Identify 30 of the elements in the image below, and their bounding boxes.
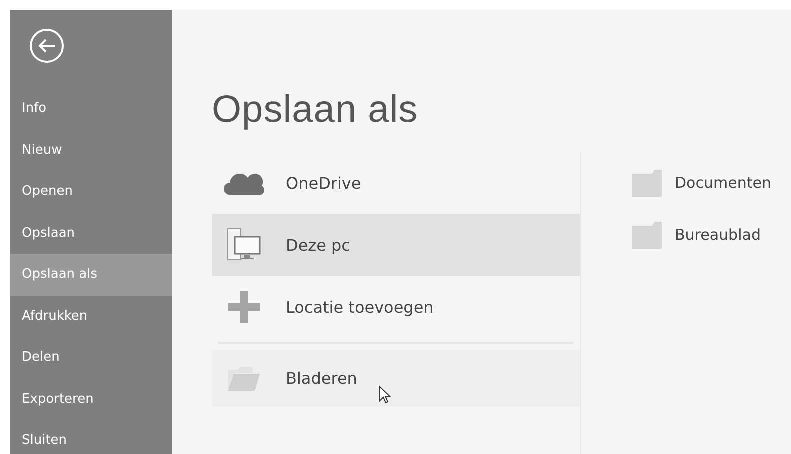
sidebar-item[interactable]: Nieuw (10, 130, 172, 171)
sidebar-item[interactable]: Opslaan (10, 212, 172, 254)
location-label: Bladeren (286, 369, 358, 388)
folder-label: Documenten (675, 174, 772, 192)
location-label: Deze pc (286, 236, 350, 254)
sidebar-item[interactable]: Afdrukken (10, 296, 172, 337)
sidebar-item[interactable]: Sluiten (10, 420, 172, 454)
folder-label: Bureaublad (675, 226, 761, 244)
computer-icon (227, 228, 261, 262)
location-item[interactable]: Bladeren (212, 350, 580, 407)
folder-item[interactable]: Bureaublad (631, 220, 772, 250)
folder-icon (227, 366, 261, 392)
location-label: Locatie toevoegen (286, 298, 434, 316)
sidebar-item[interactable]: Info (10, 88, 172, 130)
location-label: OneDrive (286, 174, 362, 192)
location-item[interactable]: OneDrive (212, 152, 580, 214)
location-item[interactable]: Deze pc (212, 214, 580, 276)
sidebar-item[interactable]: Openen (10, 171, 172, 212)
folder-icon (631, 168, 663, 198)
mouse-pointer-icon (379, 386, 391, 404)
plus-icon (227, 290, 261, 324)
sidebar-item[interactable]: Exporteren (10, 378, 172, 420)
page-title: Opslaan als (212, 90, 420, 133)
back-button[interactable] (30, 29, 64, 63)
folder-icon (631, 220, 663, 250)
sidebar-item[interactable]: Opslaan als (10, 254, 172, 296)
arrow-left-icon (38, 38, 56, 54)
folder-item[interactable]: Documenten (631, 168, 772, 198)
sidebar-item[interactable]: Delen (10, 337, 172, 378)
location-item[interactable]: Locatie toevoegen (212, 276, 580, 338)
